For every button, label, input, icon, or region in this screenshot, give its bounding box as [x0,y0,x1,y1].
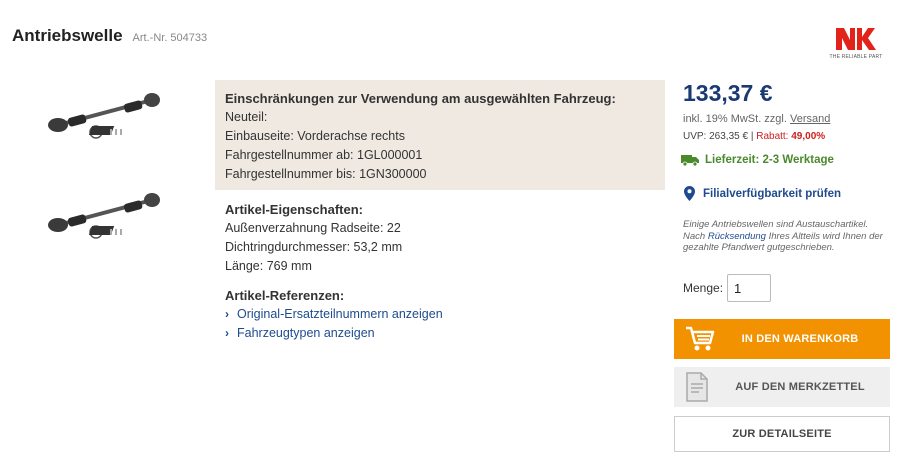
product-title: Antriebswelle [12,26,123,45]
properties-title: Artikel-Eigenschaften: [225,202,363,217]
notepad-icon [686,372,708,402]
tax-text: inkl. 19% MwSt. zzgl. [683,113,787,125]
rabatt-value: 49,00% [791,131,826,142]
uvp-separator: | [750,131,754,142]
property-line: Dichtringdurchmesser: 53,2 mm [225,240,403,254]
detail-page-button[interactable]: ZUR DETAILSEITE [674,416,890,452]
add-to-memo-button[interactable]: AUF DEN MERKZETTEL [674,367,890,407]
article-number: Art.-Nr. 504733 [132,32,208,44]
location-pin-icon [684,186,695,201]
add-to-memo-label: AUF DEN MERKZETTEL [735,381,865,393]
brand-slogan: THE RELIABLE PART [829,54,883,60]
drive-shaft-image [48,193,160,239]
shipping-link[interactable]: Versand [790,113,830,125]
vehicle-types-link-label: Fahrzeugtypen anzeigen [237,326,375,340]
brand-logo: THE RELIABLE PART [828,26,884,66]
vehicle-restrictions-box: Einschränkungen zur Verwendung am ausgew… [215,80,665,190]
restriction-line: Fahrgestellnummer ab: 1GL000001 [225,148,423,162]
article-properties: Artikel-Eigenschaften: Außenverzahnung R… [225,200,655,343]
uvp-info: UVP: 263,35 € | Rabatt: 49,00% [683,131,825,142]
restriction-line: Fahrgestellnummer bis: 1GN300000 [225,167,427,181]
oe-numbers-link-label: Original-Ersatzteilnummern anzeigen [237,307,443,321]
branch-availability-link[interactable]: Filialverfügbarkeit prüfen [684,186,841,201]
tax-info: inkl. 19% MwSt. zzgl. Versand [683,113,830,125]
vehicle-types-link[interactable]: › Fahrzeugtypen anzeigen [225,324,655,343]
restriction-line: Einbauseite: Vorderachse rechts [225,129,405,143]
references-title: Artikel-Referenzen: [225,288,345,303]
restriction-line: Neuteil: [225,110,268,124]
product-header: Antriebswelle Art.-Nr. 504733 [12,26,207,46]
branch-text: Filialverfügbarkeit prüfen [703,187,842,200]
rabatt-label: Rabatt: [756,131,789,142]
add-to-cart-button[interactable]: IN DEN WARENKORB [674,319,890,359]
exchange-note: Einige Antriebswellen sind Austauscharti… [683,219,883,254]
delivery-time: Lieferzeit: 2-3 Werktage [681,154,834,166]
oe-numbers-link[interactable]: › Original-Ersatzteilnummern anzeigen [225,305,655,324]
shopping-cart-icon [686,326,715,351]
uvp-price: UVP: 263,35 € [683,131,749,142]
price: 133,37 € [683,80,773,106]
chevron-right-icon: › [225,326,229,340]
quantity-label: Menge: [683,281,724,295]
quantity-control: Menge: [683,274,772,302]
property-line: Außenverzahnung Radseite: 22 [225,221,401,235]
detail-page-label: ZUR DETAILSEITE [732,428,832,440]
return-link[interactable]: Rücksendung [708,231,766,242]
property-line: Länge: 769 mm [225,259,312,273]
drive-shaft-image [48,93,160,139]
nk-logo-icon [836,28,876,50]
delivery-text: Lieferzeit: 2-3 Werktage [705,154,834,166]
product-image-thumbnail[interactable] [40,88,170,148]
quantity-input[interactable] [727,274,772,302]
chevron-right-icon: › [225,307,229,321]
add-to-cart-label: IN DEN WARENKORB [741,333,859,345]
restrictions-title: Einschränkungen zur Verwendung am ausgew… [225,91,616,106]
truck-icon [681,155,699,166]
article-references: Artikel-Referenzen: › Original-Ersatztei… [225,286,655,343]
product-image-thumbnail[interactable] [40,188,170,248]
